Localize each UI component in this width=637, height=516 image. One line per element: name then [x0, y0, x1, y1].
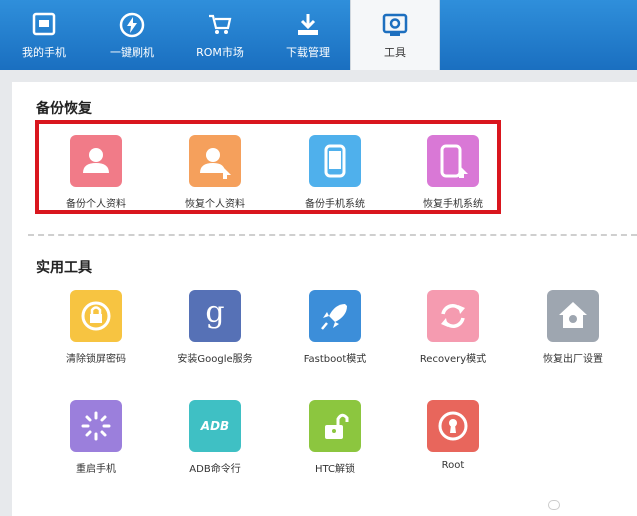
backup-phone-system-button[interactable]: 备份手机系统: [280, 135, 390, 215]
download-icon: [295, 12, 321, 38]
person-restore-icon: [189, 135, 241, 187]
keyhole-icon: [427, 400, 479, 452]
tile-label: 清除锁屏密码: [66, 354, 126, 365]
restore-phone-system-button[interactable]: 恢复手机系统: [398, 135, 508, 215]
fastboot-mode-button[interactable]: Fastboot模式: [280, 290, 390, 370]
reboot-phone-button[interactable]: 重启手机: [41, 400, 151, 480]
google-icon: g: [189, 290, 241, 342]
htc-unlock-button[interactable]: HTC解锁: [280, 400, 390, 480]
tab-label: 工具: [384, 46, 406, 59]
person-icon: [70, 135, 122, 187]
clear-lock-password-button[interactable]: 清除锁屏密码: [41, 290, 151, 370]
tile-label: 重启手机: [76, 464, 116, 475]
tile-label: 恢复手机系统: [423, 199, 483, 210]
tile-label: 备份个人资料: [66, 199, 126, 210]
tab-download-manager[interactable]: 下载管理: [264, 0, 352, 70]
top-nav-bar: 我的手机 一键刷机 ROM市场 下载管理 工具: [0, 0, 637, 70]
install-google-services-button[interactable]: g 安装Google服务: [160, 290, 270, 370]
tab-tools[interactable]: 工具: [350, 0, 440, 70]
tab-label: ROM市场: [196, 46, 244, 59]
tab-one-click-flash[interactable]: 一键刷机: [88, 0, 176, 70]
reboot-icon: [70, 400, 122, 452]
factory-reset-button[interactable]: 恢复出厂设置: [518, 290, 628, 370]
tile-label: Fastboot模式: [303, 354, 367, 365]
unlock-icon: [70, 290, 122, 342]
recovery-mode-button[interactable]: Recovery模式: [398, 290, 508, 370]
tab-rom-market[interactable]: ROM市场: [176, 0, 264, 70]
cart-icon: [207, 12, 233, 38]
watermark-mark: [548, 500, 560, 510]
rocket-icon: [309, 290, 361, 342]
tab-label: 一键刷机: [110, 46, 154, 59]
refresh-icon: [427, 290, 479, 342]
backup-section-title: 备份恢复: [36, 101, 92, 117]
tile-label: 恢复个人资料: [185, 199, 245, 210]
tile-label: HTC解锁: [314, 464, 356, 475]
adb-icon: ADB: [189, 400, 241, 452]
tile-label: 备份手机系统: [305, 199, 365, 210]
tab-my-phone[interactable]: 我的手机: [0, 0, 88, 70]
padlock-open-icon: [309, 400, 361, 452]
tile-label: ADB命令行: [189, 464, 241, 475]
flash-icon: [119, 12, 145, 38]
section-divider: [28, 234, 637, 236]
tab-label: 下载管理: [286, 46, 330, 59]
tools-icon: [382, 12, 408, 38]
tile-label: 安装Google服务: [177, 354, 253, 365]
tab-label: 我的手机: [22, 46, 66, 59]
phone-backup-icon: [309, 135, 361, 187]
tile-label: Recovery模式: [419, 354, 487, 365]
home-icon: [547, 290, 599, 342]
restore-personal-data-button[interactable]: 恢复个人资料: [160, 135, 270, 215]
phone-icon: [31, 12, 57, 38]
adb-command-line-button[interactable]: ADB ADB命令行: [160, 400, 270, 480]
root-button[interactable]: Root: [398, 400, 508, 480]
phone-restore-icon: [427, 135, 479, 187]
tools-section-title: 实用工具: [36, 260, 92, 276]
backup-personal-data-button[interactable]: 备份个人资料: [41, 135, 151, 215]
tile-label: Root: [441, 460, 465, 471]
tile-label: 恢复出厂设置: [543, 354, 603, 365]
